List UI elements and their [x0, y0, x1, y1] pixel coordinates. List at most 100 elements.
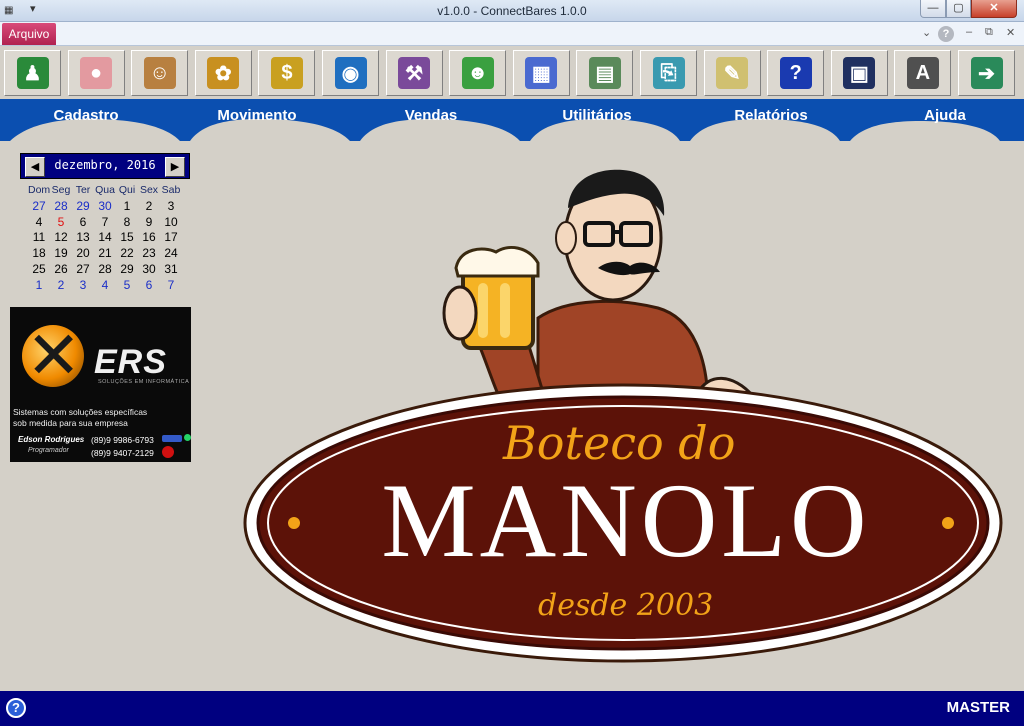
calendar-day[interactable]: 1 [116, 199, 138, 215]
title-bar: ▦ ▾ v1.0.0 - ConnectBares 1.0.0 — ▢ ✕ [0, 0, 1024, 22]
calendar-day[interactable]: 2 [50, 278, 72, 294]
calendar-day[interactable]: 28 [50, 199, 72, 215]
ers-phone-1: (89)9 9986-6793 [91, 435, 154, 445]
menu-utilitarios[interactable]: Utilitários [527, 107, 667, 124]
calendar-day[interactable]: 27 [28, 199, 50, 215]
calendar-day[interactable]: 26 [50, 262, 72, 278]
toolbar-button-help[interactable]: ? [767, 50, 825, 96]
calendar-weekday: Ter [75, 184, 91, 196]
calendar-day[interactable]: 23 [138, 246, 160, 262]
calendar-day[interactable]: 28 [94, 262, 116, 278]
calendar-day[interactable]: 13 [72, 230, 94, 246]
toolbar-button-cat[interactable]: ✿ [194, 50, 252, 96]
calendar-day[interactable]: 3 [72, 278, 94, 294]
caveman-icon: ☺ [143, 57, 176, 89]
minimize-button[interactable]: — [920, 0, 946, 18]
main-menu: Cadastro Movimento Vendas Utilitários Re… [0, 99, 1024, 141]
carrier-badge-icon [162, 435, 182, 442]
calendar-day[interactable]: 8 [116, 215, 138, 231]
toolbar-button-person[interactable]: ♟ [4, 50, 61, 96]
calendar: ◀ dezembro, 2016 ▶ Dom Seg Ter Qua Qui Sex Sab… [18, 153, 190, 299]
calendar-day[interactable]: 25 [28, 262, 50, 278]
calendar-day[interactable]: 6 [72, 215, 94, 231]
calendar-day[interactable]: 19 [50, 246, 72, 262]
status-bar: ? MASTER [0, 688, 1024, 726]
calendar-day[interactable]: 21 [94, 246, 116, 262]
toolbar-button-monitor[interactable]: ▣ [830, 50, 888, 96]
help-icon[interactable]: ? [938, 26, 954, 42]
calendar-day[interactable]: 15 [116, 230, 138, 246]
calendar-day[interactable]: 17 [160, 230, 182, 246]
carrier-badge-2-icon [162, 446, 174, 458]
calendar-day[interactable]: 24 [160, 246, 182, 262]
calendar-day[interactable]: 18 [28, 246, 50, 262]
toolbar-button-globe[interactable]: ◉ [322, 50, 379, 96]
calendar-day[interactable]: 5 [50, 215, 72, 231]
calendar-day[interactable]: 4 [94, 278, 116, 294]
current-user: MASTER [946, 699, 1010, 716]
calendar-month-label: dezembro, 2016 [54, 158, 156, 172]
calendar-day[interactable]: 29 [116, 262, 138, 278]
toolbar-button-network[interactable]: ⎘ [640, 50, 697, 96]
calendar-weekday: Sex [139, 184, 159, 196]
calendar-day[interactable]: 31 [160, 262, 182, 278]
ribbon-collapse-icon[interactable]: ⌄ [922, 26, 931, 39]
close-button[interactable]: ✕ [971, 0, 1017, 18]
calendar-day[interactable]: 12 [50, 230, 72, 246]
calendar-day[interactable]: 20 [72, 246, 94, 262]
calendar-day[interactable]: 22 [116, 246, 138, 262]
calendar-day[interactable]: 4 [28, 215, 50, 231]
calendar-day[interactable]: 30 [94, 199, 116, 215]
menu-cadastro[interactable]: Cadastro [16, 107, 156, 124]
tools-icon: ⚒ [398, 57, 431, 89]
calendar-day[interactable]: 29 [72, 199, 94, 215]
toolbar-button-caveman[interactable]: ☺ [131, 50, 189, 96]
calendar-day[interactable]: 27 [72, 262, 94, 278]
calendar-week-row: 11 12 13 14 15 16 17 [28, 230, 188, 246]
calendar-week-row: 1234567 [28, 278, 188, 294]
toolbar-button-calculator[interactable]: ▤ [576, 50, 634, 96]
calendar-day[interactable]: 30 [138, 262, 160, 278]
menu-relatorios[interactable]: Relatórios [701, 107, 841, 124]
toolbar-button-floppy-disk[interactable]: A [894, 50, 952, 96]
toolbar-button-exit-door[interactable]: ➔ [958, 50, 1015, 96]
maximize-button[interactable]: ▢ [946, 0, 971, 18]
toolbar-button-coins[interactable]: $ [258, 50, 316, 96]
whatsapp-icon [184, 434, 191, 441]
calendar-day[interactable]: 2 [138, 199, 160, 215]
network-icon: ⎘ [652, 57, 685, 89]
toolbar-button-piggy-bank[interactable]: ● [67, 50, 125, 96]
next-month-button[interactable]: ▶ [165, 157, 185, 177]
menu-vendas[interactable]: Vendas [361, 107, 501, 124]
menu-ajuda[interactable]: Ajuda [875, 107, 1015, 124]
toolbar-button-tools[interactable]: ⚒ [385, 50, 443, 96]
calendar-day[interactable]: 16 [138, 230, 160, 246]
calendar-day[interactable]: 11 [28, 230, 50, 246]
calendar-weekday: Qua [95, 184, 115, 196]
file-tab[interactable]: Arquivo [2, 23, 56, 45]
calendar-day[interactable]: 10 [160, 215, 182, 231]
calendar-week-row: 25 26 27 28 29 30 31 [28, 262, 188, 278]
calendar-day[interactable]: 3 [160, 199, 182, 215]
toolbar-button-users[interactable]: ☻ [449, 50, 507, 96]
calendar-day[interactable]: 5 [116, 278, 138, 294]
toolbar: ♟ ● ☺ ✿ $ ◉ ⚒ ☻ ▦ ▤ ⎘ ✎? ▣ A ➔ [0, 46, 1024, 100]
calendar-day[interactable]: 6 [138, 278, 160, 294]
previous-month-button[interactable]: ◀ [25, 157, 45, 177]
menu-movimento[interactable]: Movimento [187, 107, 327, 124]
calendar-day[interactable]: 14 [94, 230, 116, 246]
calendar-day[interactable]: 1 [28, 278, 50, 294]
ribbon-minimize-icon[interactable]: – [966, 26, 972, 38]
help-icon[interactable]: ? [6, 698, 26, 718]
calendar-day[interactable]: 7 [160, 278, 182, 294]
calendar-day[interactable]: 7 [94, 215, 116, 231]
calendar-day[interactable]: 9 [138, 215, 160, 231]
cat-icon: ✿ [207, 57, 240, 89]
ers-ad-banner: ✕ ERS SOLUÇÕES EM INFORMÁTICA Sistemas c… [10, 307, 191, 462]
ers-phone-2: (89)9 9407-2129 [91, 448, 154, 458]
ribbon-restore-icon[interactable]: ⧉ [985, 26, 993, 39]
toolbar-button-table-settings[interactable]: ▦ [512, 50, 570, 96]
ribbon-close-icon[interactable]: ✕ [1006, 26, 1015, 39]
ers-description: Sistemas com soluções específicas sob me… [13, 407, 147, 429]
toolbar-button-chart[interactable]: ✎ [703, 50, 761, 96]
